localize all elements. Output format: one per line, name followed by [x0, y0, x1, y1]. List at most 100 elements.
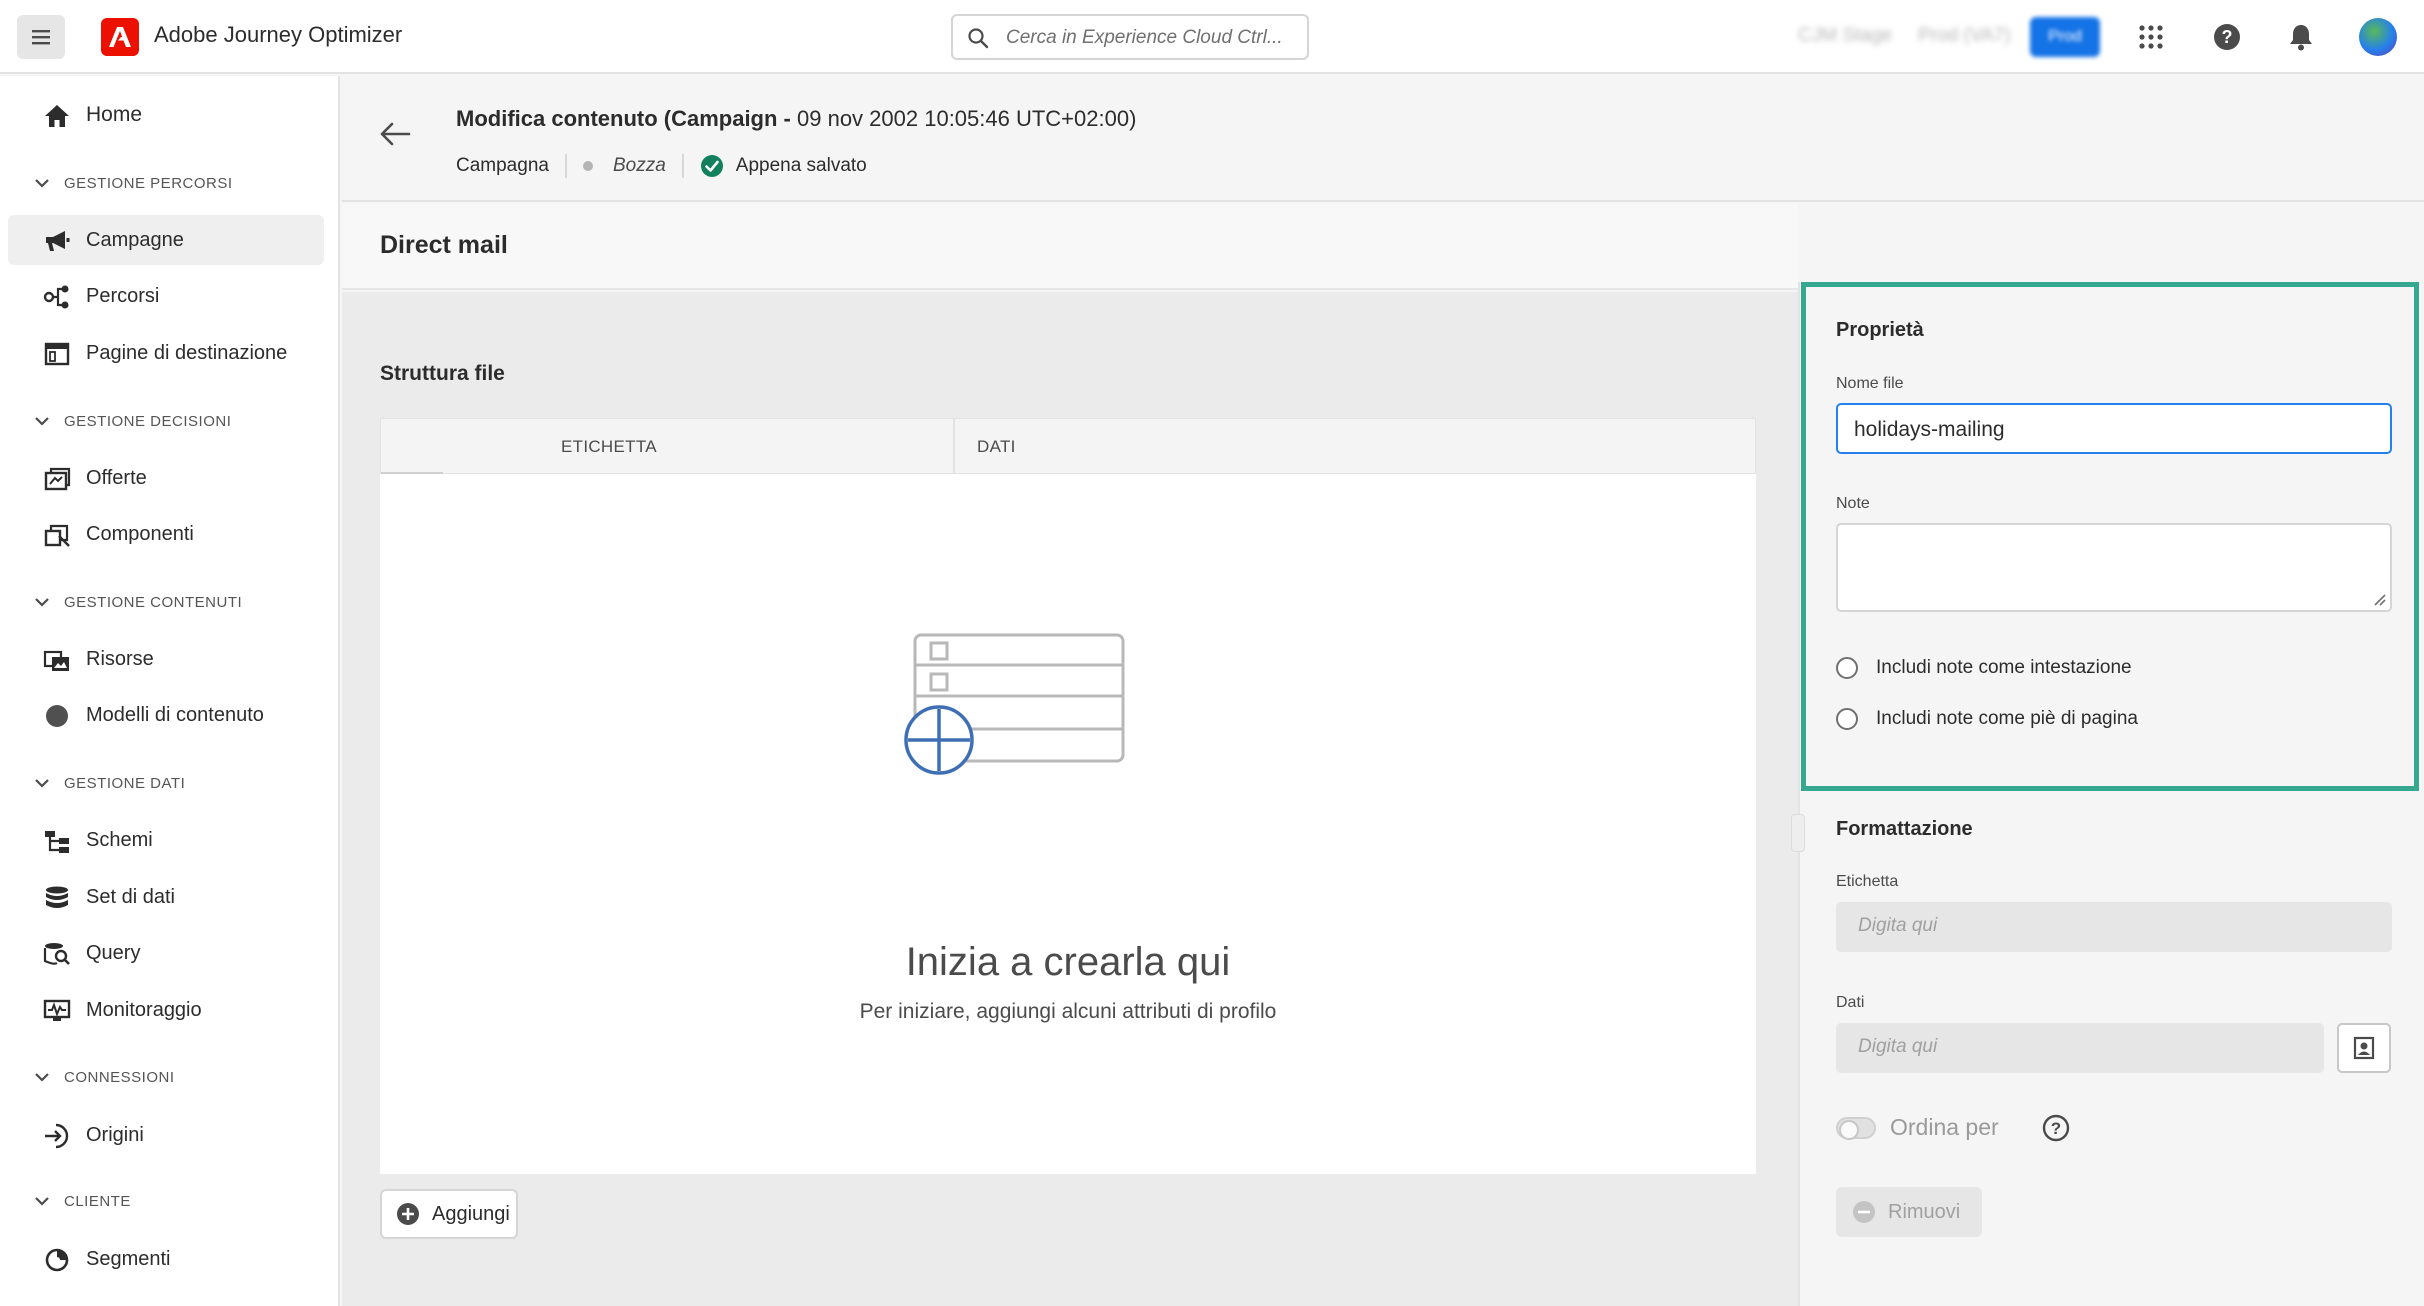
user-avatar[interactable]	[2359, 18, 2397, 56]
nav-componenti[interactable]: Componenti	[8, 509, 324, 559]
empty-state-title: Inizia a crearla qui	[905, 940, 1231, 984]
radio-include-notes-footer[interactable]: Includi note come piè di pagina	[1836, 708, 2138, 730]
left-navigation: Home GESTIONE PERCORSI Campagne Percorsi…	[0, 76, 340, 1306]
add-circle-icon	[396, 1202, 420, 1226]
radio-button[interactable]	[1836, 708, 1858, 730]
nav-section-gestione-percorsi[interactable]: GESTIONE PERCORSI	[34, 168, 233, 198]
label-field-label: Etichetta	[1836, 873, 1899, 890]
save-status: Appena salvato	[735, 155, 867, 176]
channel-header: Direct mail	[342, 204, 1798, 290]
notes-textarea[interactable]	[1836, 523, 2392, 612]
help-circle-icon: ?	[2042, 1114, 2070, 1142]
journey-icon	[42, 283, 72, 311]
org-switcher[interactable]: CJM Stage	[1798, 25, 1892, 47]
data-field-label: Dati	[1836, 994, 1865, 1011]
nav-set-di-dati[interactable]: Set di dati	[8, 872, 324, 922]
page-title: Modifica contenuto (Campaign - 09 nov 20…	[456, 106, 1137, 131]
megaphone-icon	[42, 227, 72, 255]
chevron-down-icon	[35, 179, 49, 188]
divider	[564, 154, 567, 178]
profile-attribute-icon	[2353, 1036, 2375, 1060]
status-dot	[582, 161, 593, 171]
home-icon	[42, 102, 72, 130]
nav-offerte[interactable]: Offerte	[8, 453, 324, 503]
nav-section-connessioni[interactable]: CONNESSIONI	[34, 1062, 175, 1092]
properties-title: Proprietà	[1836, 319, 1924, 341]
back-button[interactable]	[378, 120, 412, 153]
data-input-disabled: Digita qui	[1836, 1023, 2324, 1073]
empty-table-illustration-icon	[904, 633, 1125, 775]
chevron-down-icon	[35, 1197, 49, 1206]
top-bar: Adobe Journey Optimizer Cerca in Experie…	[0, 0, 2424, 74]
nav-home[interactable]: Home	[8, 90, 324, 140]
nav-risorse[interactable]: Risorse	[8, 634, 324, 684]
table-body-empty: Inizia a crearla qui Per iniziare, aggiu…	[380, 474, 1756, 1174]
sandbox-switcher[interactable]: Prod (VA7)	[1918, 25, 2011, 47]
breadcrumb: Campagna Bozza Appena salvato	[456, 154, 867, 178]
empty-state-subtitle: Per iniziare, aggiungi alcuni attributi …	[859, 1000, 1277, 1023]
chevron-down-icon	[35, 1073, 49, 1082]
nav-section-gestione-dati[interactable]: GESTIONE DATI	[34, 768, 185, 798]
nav-monitoraggio[interactable]: Monitoraggio	[8, 985, 324, 1035]
table-header: ETICHETTA DATI	[380, 418, 1756, 475]
offers-icon	[42, 465, 72, 493]
radio-include-notes-header[interactable]: Includi note come intestazione	[1836, 657, 2132, 679]
search-placeholder: Cerca in Experience Cloud Ctrl...	[1006, 27, 1283, 48]
assets-icon	[42, 646, 72, 674]
nav-schemi[interactable]: Schemi	[8, 815, 324, 865]
nav-pagine-di-destinazione[interactable]: Pagine di destinazione	[8, 328, 324, 378]
nav-section-gestione-contenuti[interactable]: GESTIONE CONTENUTI	[34, 587, 242, 617]
apps-grid-icon[interactable]	[2134, 20, 2168, 54]
adobe-logo-icon[interactable]	[101, 18, 139, 56]
nav-campagne[interactable]: Campagne	[8, 215, 324, 265]
resize-grip-icon[interactable]	[2372, 592, 2386, 606]
hamburger-icon	[32, 30, 50, 45]
notifications-bell-icon[interactable]	[2284, 20, 2318, 54]
panel-resize-handle[interactable]	[1791, 814, 1805, 852]
nav-section-gestione-decisioni[interactable]: GESTIONE DECISIONI	[34, 406, 231, 436]
search-icon	[968, 28, 989, 49]
components-icon	[42, 521, 72, 549]
status-badge: Bozza	[612, 155, 666, 176]
nav-modelli-di-contenuto[interactable]: Modelli di contenuto	[8, 690, 324, 740]
nav-section-cliente[interactable]: CLIENTE	[34, 1186, 131, 1216]
file-structure-title: Struttura file	[380, 362, 505, 385]
nav-percorsi[interactable]: Percorsi	[8, 271, 324, 321]
monitoring-icon	[42, 997, 72, 1025]
column-header-dati[interactable]: DATI	[977, 437, 1016, 457]
content-header: Modifica contenuto (Campaign - 09 nov 20…	[342, 76, 2424, 202]
sources-icon	[42, 1122, 72, 1150]
datasets-icon	[42, 884, 72, 912]
environment-button[interactable]: Prod	[2030, 17, 2100, 57]
content-template-icon	[42, 702, 72, 730]
checkmark-circle-icon	[700, 155, 723, 177]
radio-button[interactable]	[1836, 657, 1858, 679]
chevron-down-icon	[35, 417, 49, 426]
landing-page-icon	[42, 340, 72, 368]
nav-segmenti[interactable]: Segmenti	[8, 1234, 324, 1284]
column-divider	[953, 419, 955, 475]
filename-field[interactable]: holidays-mailing	[1836, 403, 2392, 454]
remove-circle-icon	[1852, 1200, 1876, 1224]
channel-title: Direct mail	[380, 231, 508, 259]
attribute-picker-button[interactable]	[2337, 1023, 2391, 1073]
chevron-down-icon	[35, 779, 49, 788]
filename-label: Nome file	[1836, 375, 1904, 392]
nav-query[interactable]: Query	[8, 928, 324, 978]
sort-toggle[interactable]	[1836, 1117, 1876, 1140]
column-header-etichetta[interactable]: ETICHETTA	[561, 437, 657, 457]
formatting-title: Formattazione	[1836, 818, 1973, 840]
sort-help-button[interactable]: ?	[2042, 1114, 2070, 1147]
file-structure-canvas: Struttura file ETICHETTA DATI Inizia a c…	[342, 292, 1798, 1306]
notes-label: Note	[1836, 495, 1870, 512]
app-title[interactable]: Adobe Journey Optimizer	[154, 22, 402, 48]
schema-icon	[42, 827, 72, 855]
nav-origini[interactable]: Origini	[8, 1110, 324, 1160]
divider	[681, 154, 684, 178]
search-input[interactable]: Cerca in Experience Cloud Ctrl...	[951, 14, 1309, 60]
help-icon[interactable]: ?	[2210, 20, 2244, 54]
hamburger-menu-button[interactable]	[17, 15, 65, 59]
add-button[interactable]: Aggiungi	[380, 1189, 518, 1239]
segments-icon	[42, 1246, 72, 1274]
arrow-left-icon	[380, 122, 411, 146]
